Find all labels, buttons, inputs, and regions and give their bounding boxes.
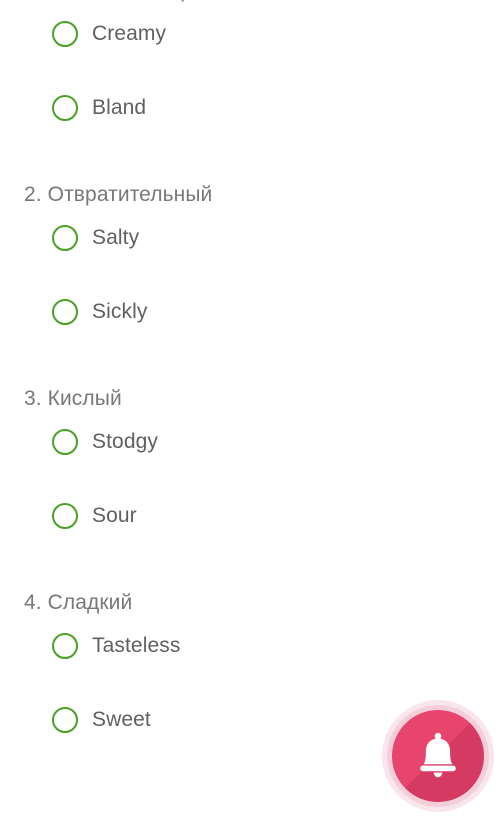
notification-fab-container xyxy=(382,700,494,812)
question-title: 3. Кислый xyxy=(24,387,122,410)
option-label: Tasteless xyxy=(92,634,181,657)
radio-option-row[interactable]: Creamy xyxy=(0,16,500,52)
option-group: Stodgy Sour xyxy=(0,424,500,534)
question-block: 3. Кислый Stodgy Sour xyxy=(0,386,500,534)
question-title: 1. Сливочный, кремовый xyxy=(0,0,500,4)
bell-icon xyxy=(415,732,461,780)
option-label: Sickly xyxy=(92,300,148,323)
option-label: Sour xyxy=(92,504,137,527)
radio-option-row[interactable]: Tasteless xyxy=(0,628,500,664)
survey-question-list: 1. Сливочный, кремовый Creamy Bland 2. Отвр… xyxy=(0,0,500,738)
radio-button-icon[interactable] xyxy=(52,429,78,455)
radio-button-icon[interactable] xyxy=(52,633,78,659)
radio-button-icon[interactable] xyxy=(52,21,78,47)
notification-fab-button[interactable] xyxy=(392,710,484,802)
radio-option-row[interactable]: Bland xyxy=(0,90,500,126)
radio-button-icon[interactable] xyxy=(52,95,78,121)
option-group: Creamy Bland xyxy=(0,16,500,126)
radio-option-row[interactable]: Salty xyxy=(0,220,500,256)
option-label: Creamy xyxy=(92,22,167,45)
radio-button-icon[interactable] xyxy=(52,225,78,251)
option-label: Sweet xyxy=(92,708,151,731)
radio-button-icon[interactable] xyxy=(52,707,78,733)
question-title: 2. Отвратительный xyxy=(24,183,213,206)
radio-button-icon[interactable] xyxy=(52,299,78,325)
radio-option-row[interactable]: Stodgy xyxy=(0,424,500,460)
question-title: 4. Сладкий xyxy=(24,591,133,614)
radio-button-icon[interactable] xyxy=(52,503,78,529)
option-label: Salty xyxy=(92,226,140,249)
option-group: Salty Sickly xyxy=(0,220,500,330)
option-label: Stodgy xyxy=(92,430,158,453)
question-block: 1. Сливочный, кремовый Creamy Bland xyxy=(0,0,500,126)
option-label: Bland xyxy=(92,96,147,119)
radio-option-row[interactable]: Sour xyxy=(0,498,500,534)
question-block: 2. Отвратительный Salty Sickly xyxy=(0,182,500,330)
radio-option-row[interactable]: Sickly xyxy=(0,294,500,330)
